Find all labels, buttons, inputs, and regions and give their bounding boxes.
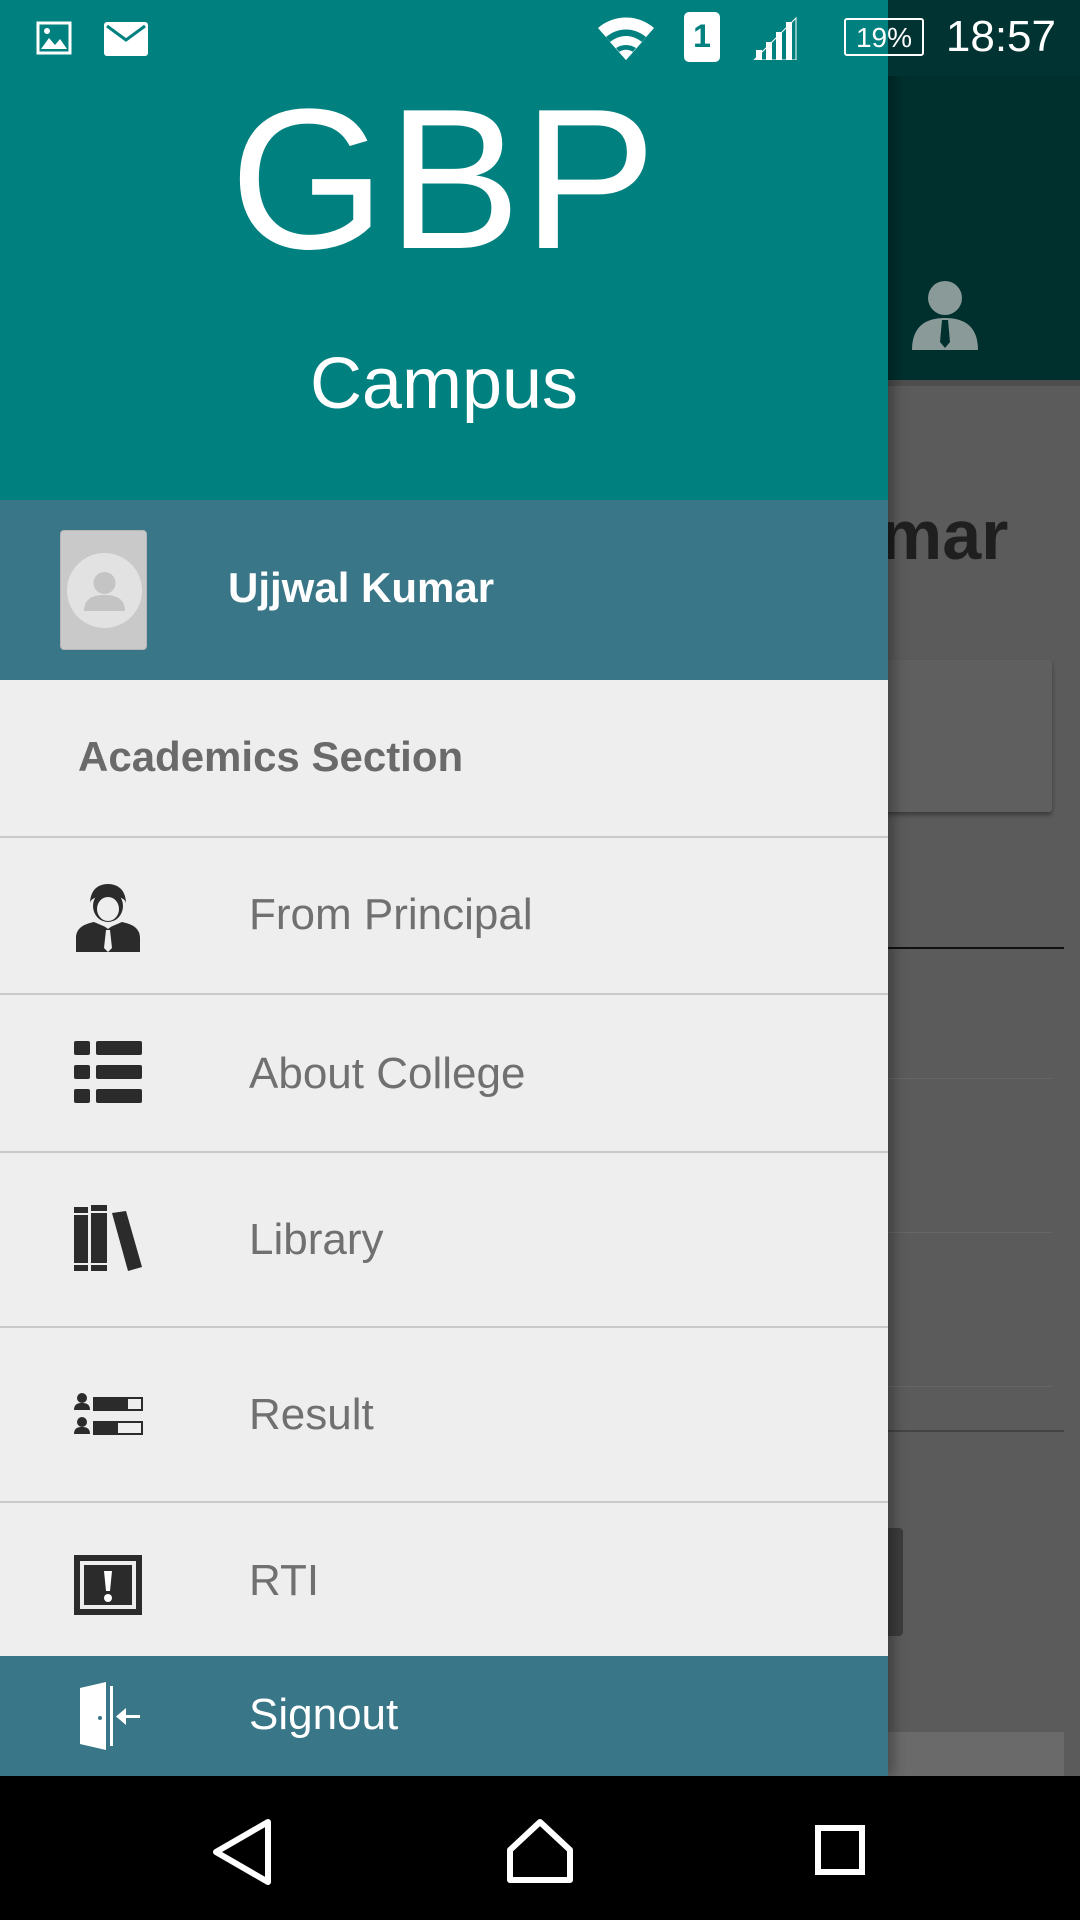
battery-icon: 19%	[844, 18, 924, 56]
menu-item-label: Library	[249, 1215, 384, 1264]
list-icon	[74, 1041, 142, 1103]
background-card	[880, 660, 1052, 812]
profile-name: Ujjwal Kumar	[228, 564, 495, 611]
home-button[interactable]	[468, 1776, 612, 1920]
menu-item-label: From Principal	[249, 890, 533, 939]
profile-row[interactable]: Ujjwal Kumar	[0, 500, 888, 680]
sim-icon: 1	[684, 12, 720, 62]
system-nav-bar	[0, 1776, 1080, 1920]
menu-item-about-college[interactable]: About College	[0, 995, 888, 1152]
menu-item-from-principal[interactable]: From Principal	[0, 838, 888, 994]
recents-button[interactable]	[768, 1776, 912, 1920]
battery-percent: 19%	[855, 22, 913, 53]
signout-button[interactable]: Signout	[0, 1656, 888, 1776]
signout-label: Signout	[249, 1690, 399, 1739]
mail-notification-icon	[104, 22, 148, 56]
result-icon	[74, 1393, 143, 1435]
menu-item-library[interactable]: Library	[0, 1153, 888, 1327]
signal-icon	[753, 16, 797, 60]
account-icon[interactable]	[912, 280, 978, 350]
section-title: Academics Section	[78, 733, 464, 780]
status-bar: 1 19% 18:57	[0, 0, 1080, 76]
menu-item-result[interactable]: Result	[0, 1328, 888, 1502]
avatar[interactable]	[60, 530, 147, 650]
menu-item-label: About College	[249, 1049, 526, 1098]
rti-icon	[74, 1555, 142, 1615]
signout-icon	[80, 1682, 140, 1750]
menu-item-label: Result	[249, 1390, 374, 1439]
books-icon	[74, 1205, 142, 1271]
avatar-placeholder-icon	[67, 553, 142, 628]
navigation-drawer: GBP Campus Ujjwal Kumar Academics Sectio…	[0, 0, 888, 1776]
wifi-icon	[598, 17, 654, 60]
back-button[interactable]	[168, 1776, 312, 1920]
image-notification-icon	[36, 21, 72, 55]
menu-item-rti[interactable]: RTI	[0, 1503, 888, 1656]
brand-title: GBP	[229, 68, 659, 291]
clock: 18:57	[945, 12, 1056, 61]
principal-icon	[76, 884, 140, 952]
menu-item-label: RTI	[249, 1556, 320, 1605]
background-name-text: mar	[880, 496, 1009, 574]
sim-slot-number: 1	[693, 18, 711, 54]
brand-subtitle: Campus	[309, 344, 579, 424]
